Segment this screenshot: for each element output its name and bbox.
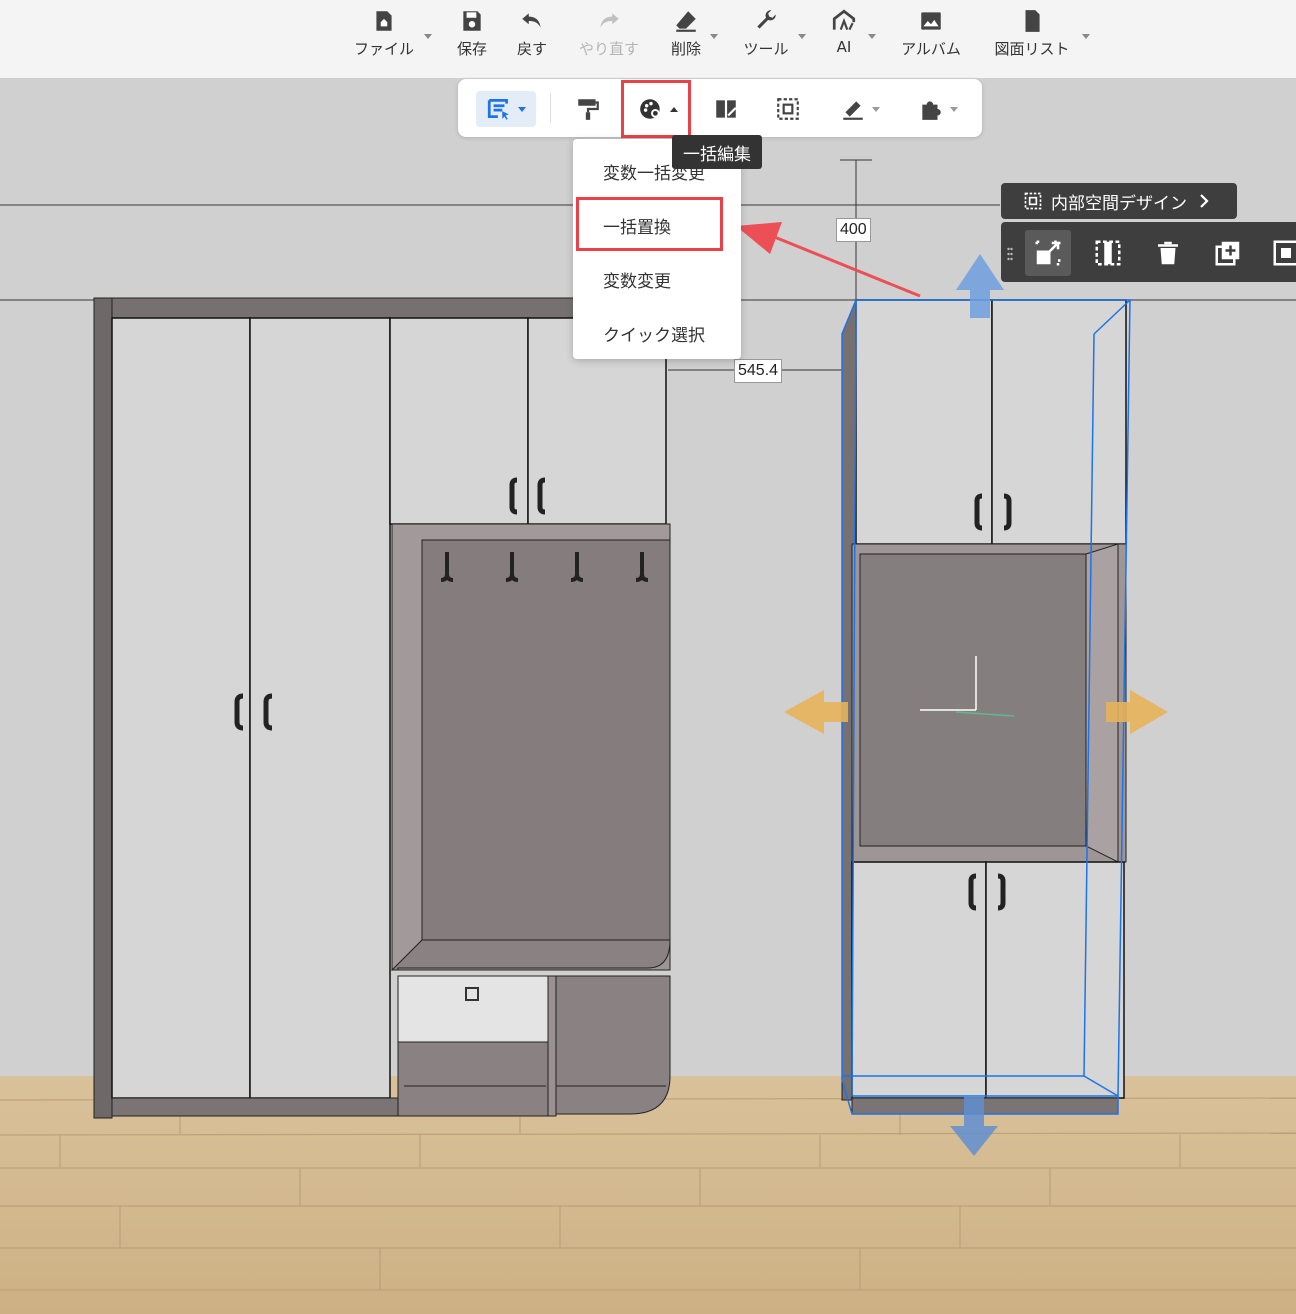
eraser-icon [676,11,696,32]
panel-edit-icon [716,100,737,118]
save-label: 保存 [456,40,487,58]
ai-caret-icon[interactable] [868,34,876,39]
panel-edit-button[interactable] [706,91,746,127]
split-button[interactable] [1085,230,1131,276]
file-caret-icon[interactable] [424,34,432,39]
edit-toolbar [458,79,982,137]
duplicate-button[interactable] [1205,230,1251,276]
paint-roller-icon [578,99,599,120]
view-object-button[interactable] [1263,230,1296,276]
dimension-height-label[interactable]: 400 [836,218,871,242]
object-action-toolbar [1001,222,1296,282]
select-mode-caret-icon [518,106,526,112]
puzzle-icon [922,101,941,120]
drawing-list-label: 図面リスト [994,40,1070,58]
split-panel-icon [1095,240,1121,266]
undo-icon [522,13,541,28]
delete-label: 削除 [670,40,701,58]
trash-icon [1158,241,1178,265]
resize-button[interactable] [1025,230,1071,276]
tools-caret-icon[interactable] [798,34,806,39]
ai-house-icon [832,9,856,31]
interior-design-button[interactable]: 内部空間デザイン [1001,183,1237,219]
left-cabinet[interactable] [93,297,673,1119]
undo-button[interactable]: 戻す [512,8,552,72]
redo-button[interactable]: やり直す [574,8,644,72]
drawing-list-menu[interactable]: 図面リスト [990,8,1074,72]
album-label: アルバム [901,40,961,58]
tools-menu[interactable]: ツール [738,8,794,72]
redo-label: やり直す [578,40,639,58]
batch-edit-highlight [621,80,691,138]
document-icon [1025,10,1040,32]
frame-select-button[interactable] [768,91,808,127]
batch-edit-tooltip: 一括編集 [672,135,762,169]
select-mode-button[interactable] [476,91,536,127]
album-button[interactable]: アルバム [896,8,966,72]
paint-brush-button[interactable] [568,91,608,127]
measure-tool-button[interactable] [830,91,890,127]
save-button[interactable]: 保存 [452,8,492,72]
home-file-icon [376,11,392,31]
dimension-distance-label[interactable]: 545.4 [734,359,783,383]
delete-caret-icon[interactable] [710,34,718,39]
ruler-pencil-icon [843,101,863,120]
plugin-button[interactable] [908,91,968,127]
drawing-list-caret-icon[interactable] [1082,34,1090,39]
measure-caret-icon [872,106,880,112]
frame-select-icon [1024,192,1042,210]
tools-label: ツール [743,40,789,58]
interior-design-label: 内部空間デザイン [1051,193,1187,214]
file-menu[interactable]: ファイル [350,8,418,72]
resize-icon [1035,240,1061,266]
drag-handle-icon[interactable] [1007,246,1013,261]
select-list-icon [487,98,509,120]
menu-item-variable-change[interactable]: 変数変更 [603,267,671,292]
file-label: ファイル [353,40,414,58]
copy-add-icon [1215,241,1240,266]
ai-label: AI [836,38,852,56]
save-icon [463,11,481,31]
undo-label: 戻す [516,40,547,58]
menu-item-quick-select[interactable]: クイック選択 [603,321,705,346]
batch-replace-highlight [576,197,723,251]
divider [550,93,551,123]
cube-view-icon [1273,240,1296,266]
delete-button[interactable]: 削除 [666,8,706,72]
right-cabinet-selected[interactable] [841,299,1132,1115]
chevron-right-icon [1200,194,1209,208]
redo-icon [600,13,619,28]
delete-object-button[interactable] [1145,230,1191,276]
ai-menu[interactable]: AI [828,8,860,72]
album-icon [921,12,941,30]
wrench-icon [757,10,776,29]
plugin-caret-icon [950,106,958,112]
frame-select-icon [777,98,799,120]
top-toolbar: ファイル 保存 戻す やり直す 削除 ツール AI アルバム 図面リスト [0,0,1296,78]
